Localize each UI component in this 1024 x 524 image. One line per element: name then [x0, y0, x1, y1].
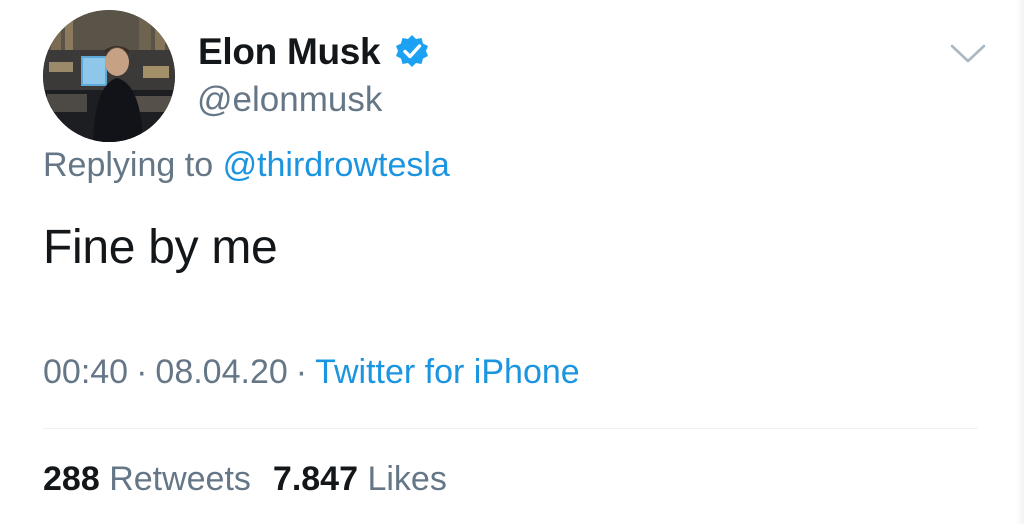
tweet-date[interactable]: 08.04.20 — [155, 353, 287, 391]
likes-stat[interactable]: 7.847 Likes — [273, 460, 447, 498]
avatar[interactable] — [43, 10, 175, 142]
tweet-card: Elon Musk @elonmusk Replying to @thirdro… — [0, 0, 1024, 524]
retweets-stat[interactable]: 288 Retweets — [43, 460, 251, 498]
chevron-down-icon[interactable] — [948, 40, 988, 66]
replying-to-label: Replying to — [43, 146, 214, 184]
tweet-stats: 288 Retweets 7.847 Likes — [43, 460, 447, 499]
meta-separator: · — [295, 353, 308, 391]
page-edge — [1016, 0, 1024, 524]
meta-separator: · — [136, 353, 148, 391]
tweet-meta: 00:40 · 08.04.20 · Twitter for iPhone — [43, 353, 580, 392]
author-handle[interactable]: @elonmusk — [197, 80, 382, 120]
retweets-label: Retweets — [109, 460, 251, 498]
divider — [43, 428, 978, 429]
verified-badge-icon — [394, 33, 430, 69]
author-name[interactable]: Elon Musk — [198, 31, 381, 73]
retweets-count: 288 — [43, 460, 100, 498]
likes-label: Likes — [367, 460, 447, 498]
tweet-time[interactable]: 00:40 — [43, 353, 128, 391]
likes-count: 7.847 — [272, 460, 359, 498]
reply-mention-link[interactable]: @thirdrowtesla — [223, 146, 450, 184]
tweet-source-link[interactable]: Twitter for iPhone — [315, 353, 580, 391]
replying-to: Replying to @thirdrowtesla — [43, 146, 450, 185]
tweet-text: Fine by me — [43, 221, 278, 274]
